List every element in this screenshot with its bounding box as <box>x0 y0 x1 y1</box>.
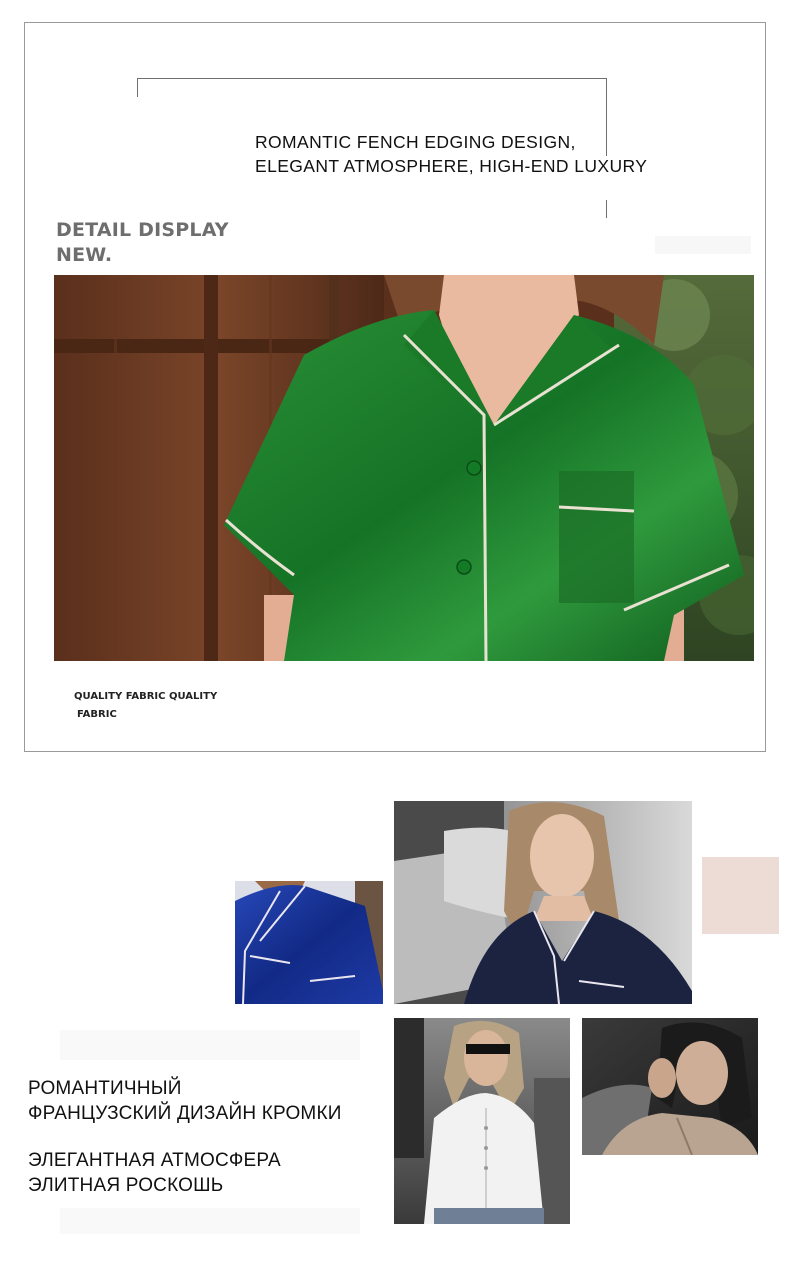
white-shirt-street-photo <box>394 1018 570 1224</box>
decorative-line <box>606 200 607 218</box>
decorative-line <box>137 78 138 97</box>
quality-caption-line-1: QUALITY FABRIC QUALITY <box>74 691 218 702</box>
detail-title-line-2: NEW. <box>56 244 113 266</box>
faded-bar <box>60 1030 360 1060</box>
russian-caption-1-line-2: ФРАНЦУЗСКИЙ ДИЗАЙН КРОМКИ <box>28 1103 342 1124</box>
russian-caption-2-line-1: ЭЛЕГАНТНАЯ АТМОСФЕРА <box>28 1150 281 1171</box>
headline: ROMANTIC FENCH EDGING DESIGN, ELEGANT AT… <box>255 130 647 178</box>
faded-bar <box>655 236 751 254</box>
faded-bar <box>60 1208 360 1234</box>
headline-line-2: ELEGANT ATMOSPHERE, HIGH-END LUXURY <box>255 156 648 176</box>
quality-caption: QUALITY FABRIC QUALITY FABRIC <box>74 688 217 724</box>
russian-caption-1-line-1: РОМАНТИЧНЫЙ <box>28 1078 182 1099</box>
blue-pajama-photo <box>235 881 383 1004</box>
decorative-line <box>137 78 606 79</box>
headline-line-1: ROMANTIC FENCH EDGING DESIGN, <box>255 132 576 152</box>
russian-caption-2-line-2: ЭЛИТНАЯ РОСКОШЬ <box>28 1175 224 1196</box>
green-pajama-photo <box>54 275 754 661</box>
satin-blouse-photo <box>582 1018 758 1155</box>
detail-title: DETAIL DISPLAY NEW. <box>56 218 229 268</box>
detail-title-line-1: DETAIL DISPLAY <box>56 219 229 241</box>
quality-caption-line-2: FABRIC <box>77 709 117 720</box>
fabric-swatch <box>702 857 779 934</box>
russian-caption-2: ЭЛЕГАНТНАЯ АТМОСФЕРА ЭЛИТНАЯ РОСКОШЬ <box>28 1148 281 1198</box>
navy-pajama-photo <box>394 801 692 1004</box>
russian-caption-1: РОМАНТИЧНЫЙ ФРАНЦУЗСКИЙ ДИЗАЙН КРОМКИ <box>28 1076 342 1126</box>
